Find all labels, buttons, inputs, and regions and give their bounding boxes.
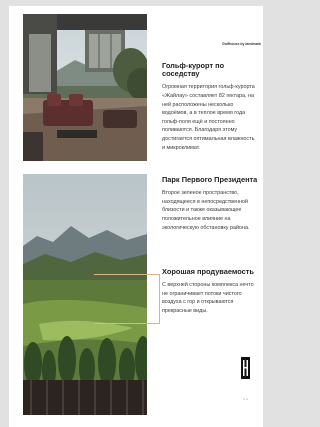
- section-text: С верхней стороны комплекса нечто не огр…: [162, 282, 254, 314]
- section-title: Хорошая продуваемость: [162, 267, 254, 276]
- section-text: Огромная территория гольф-курорта «Жайла…: [162, 84, 255, 151]
- terrace-lounge-photo: [23, 14, 147, 161]
- page-number: •• ••: [243, 397, 249, 401]
- section-president-park: Парк Первого Президента Второе зеленое п…: [162, 175, 258, 232]
- section-ventilation: Хорошая продуваемость С верхней стороны …: [162, 267, 258, 316]
- section-text: Второе зеленое пространство, находящееся…: [162, 190, 250, 231]
- section-title: Гольф-курорт по соседству: [162, 61, 225, 79]
- mountain-golf-valley-photo: [23, 174, 147, 415]
- brand-logo-icon: [241, 357, 250, 379]
- section-title: Парк Первого Президента: [162, 175, 258, 184]
- section-golf-resort: Гольф-курорт по соседству Огромная терри…: [162, 61, 258, 152]
- brand-text: Golfhouse by landmark: [222, 42, 261, 46]
